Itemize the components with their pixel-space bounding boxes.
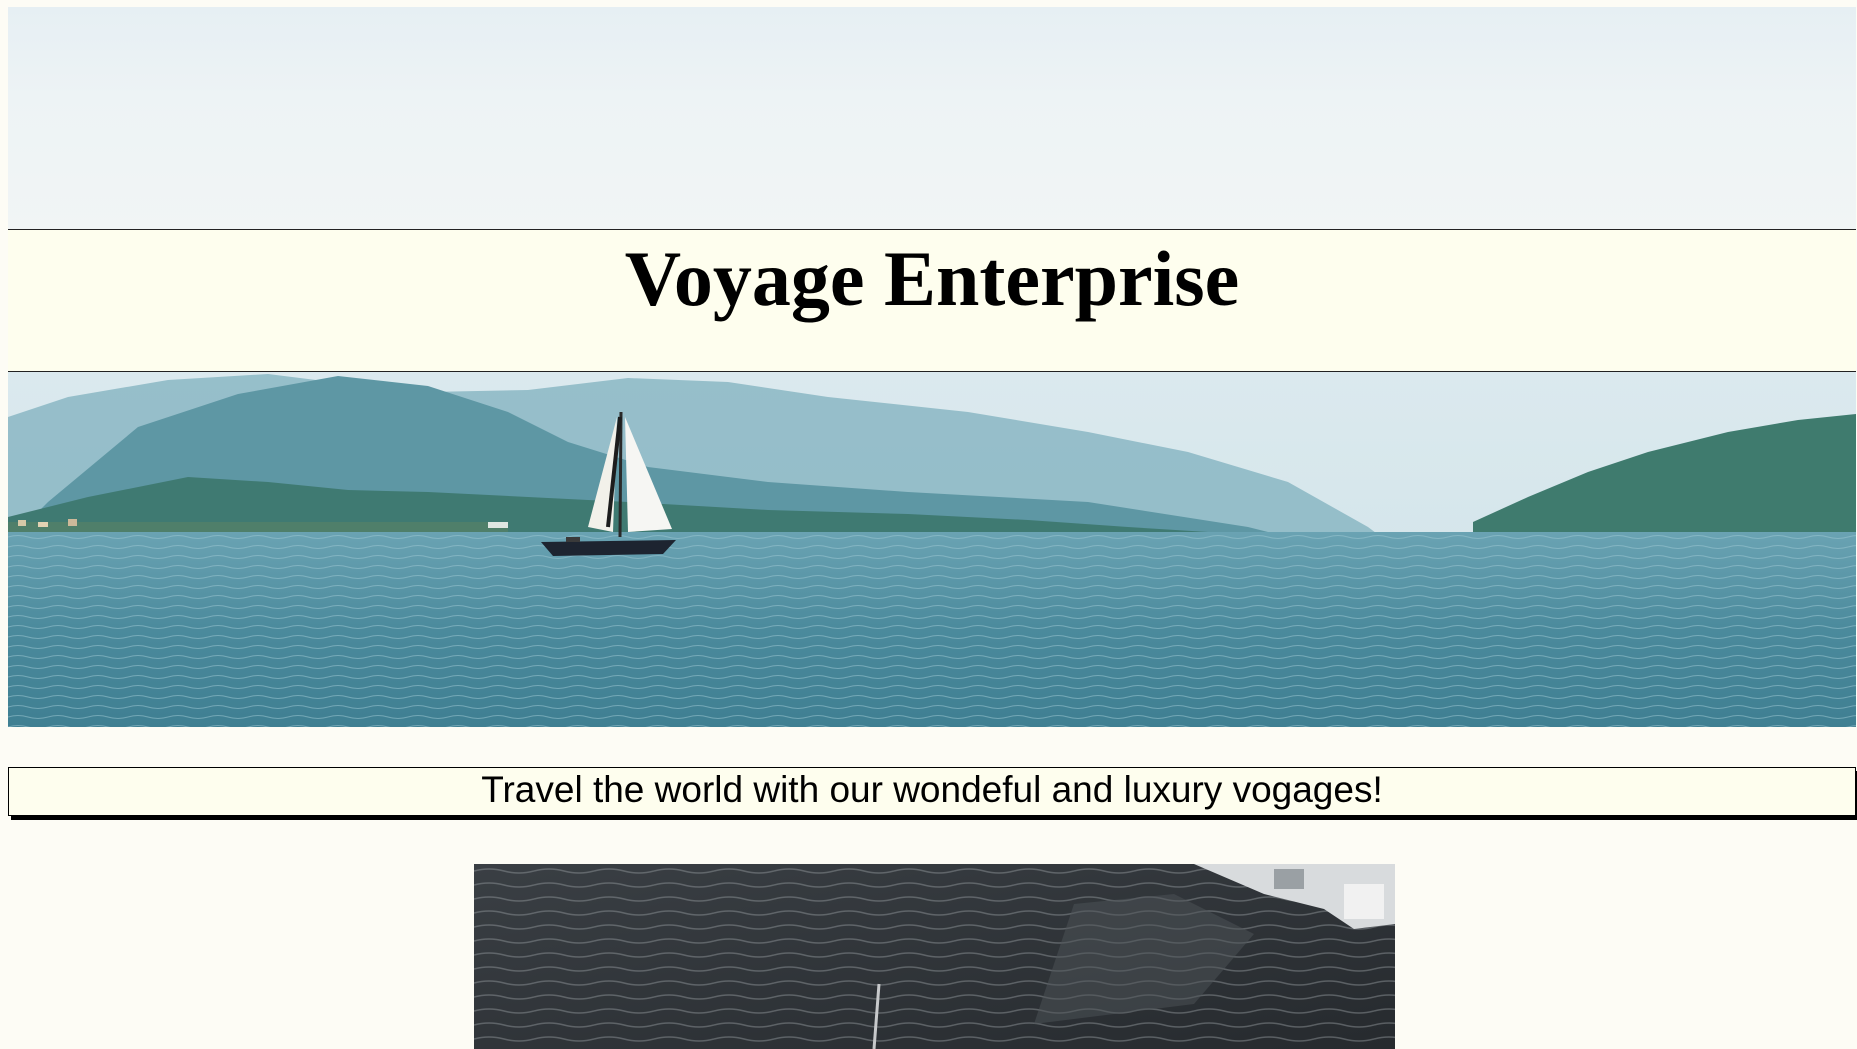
gallery-water-image <box>474 864 1395 1049</box>
hero-sailboat-image <box>8 372 1856 727</box>
tagline-banner: Travel the world with our wondeful and l… <box>8 767 1856 816</box>
sky-banner-image <box>8 7 1856 229</box>
site-title: Voyage Enterprise <box>624 235 1240 322</box>
header-band: Voyage Enterprise <box>8 229 1856 372</box>
